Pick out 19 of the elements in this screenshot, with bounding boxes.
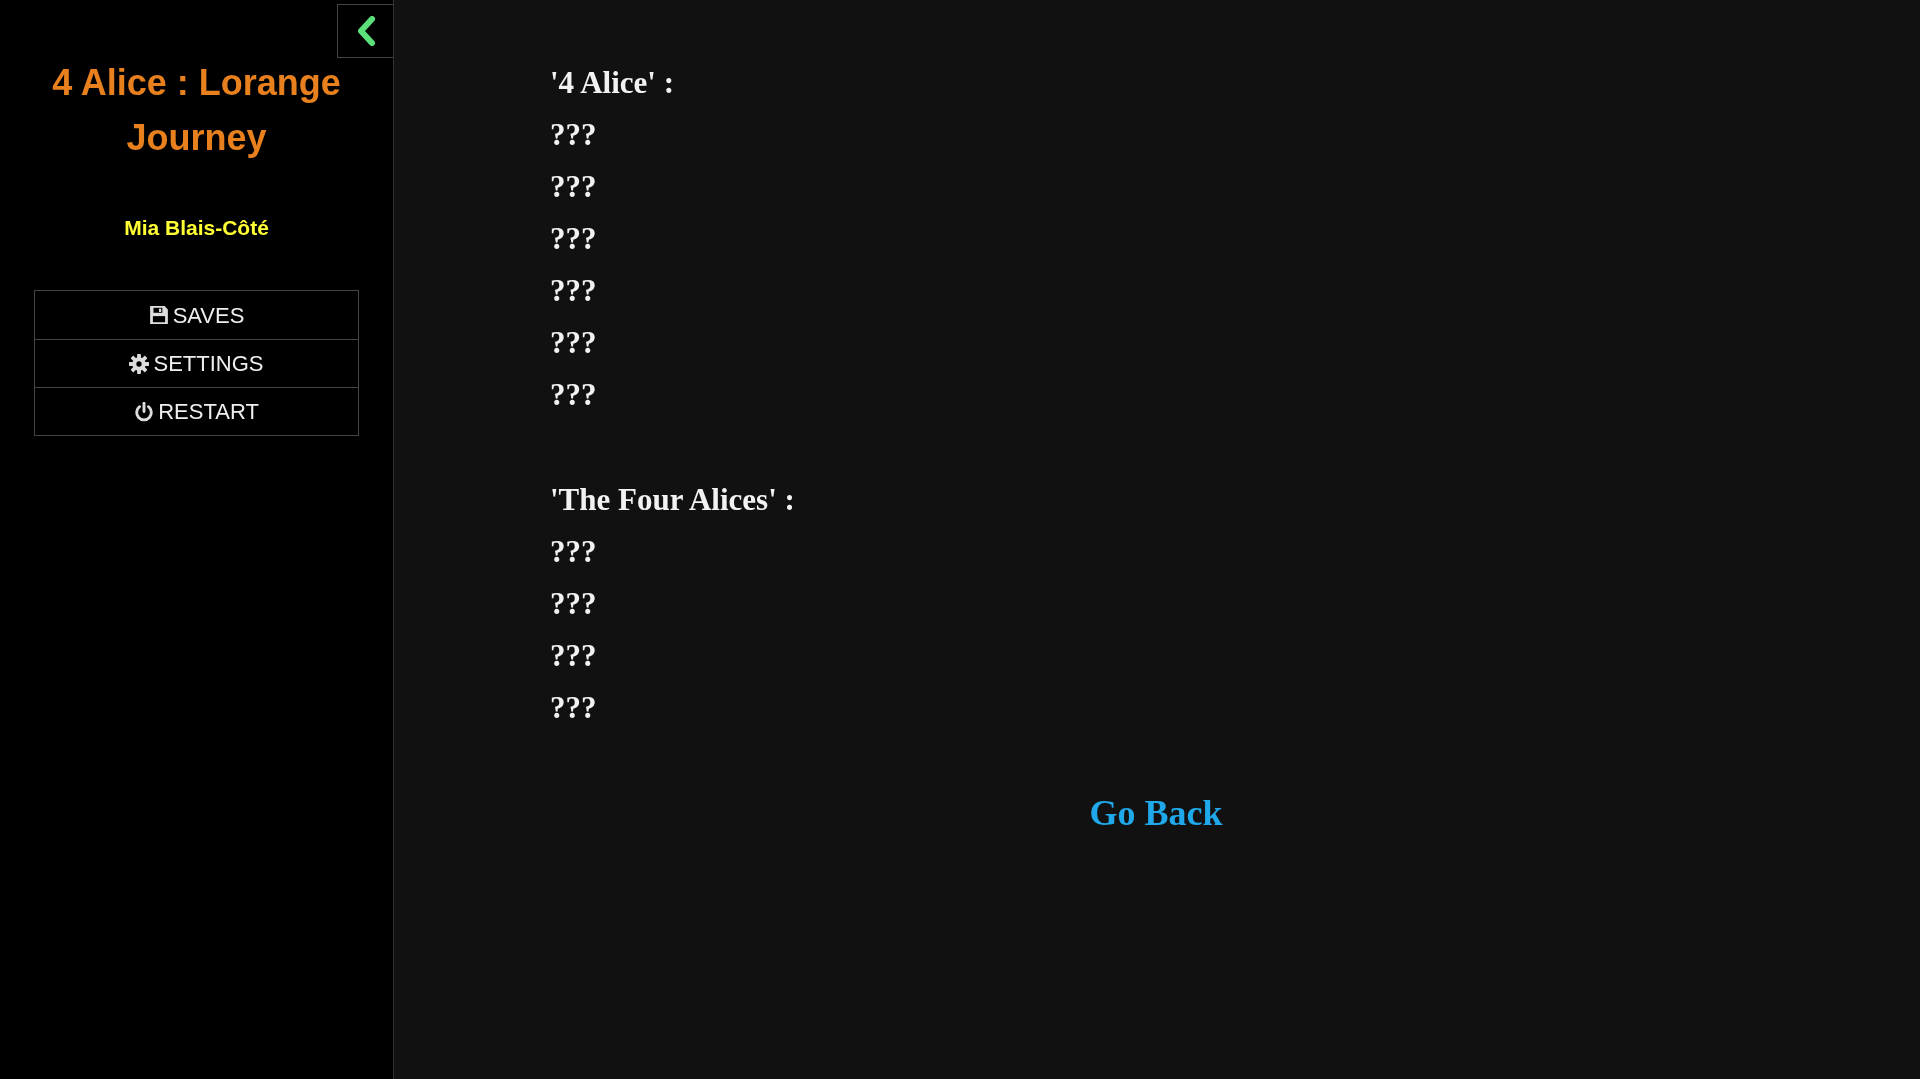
hidden-entry-text: ??? [550,168,597,206]
hidden-entry-text: ??? [550,376,597,414]
hidden-entry-text: ??? [550,585,597,623]
power-icon [134,401,155,422]
hidden-entry-text: ??? [550,220,597,258]
section-heading: 'The Four Alices' : [550,481,795,519]
hidden-entry-text: ??? [550,272,597,310]
hidden-entry-text: ??? [550,637,597,675]
chevron-left-icon [355,16,376,46]
hidden-entry-text: ??? [550,324,597,362]
hidden-entry-text: ??? [550,533,597,571]
story-author: Mia Blais-Côté [123,215,270,241]
section-heading: '4 Alice' : [550,64,674,102]
sidebar-toggle-button[interactable] [337,4,393,58]
story-title: 4 Alice : Lorange Journey [51,61,342,160]
hidden-entry-text: ??? [550,116,597,154]
hidden-entry-text: ??? [550,689,597,727]
gear-icon [129,353,150,374]
go-back-link[interactable]: Go Back [1089,793,1223,833]
